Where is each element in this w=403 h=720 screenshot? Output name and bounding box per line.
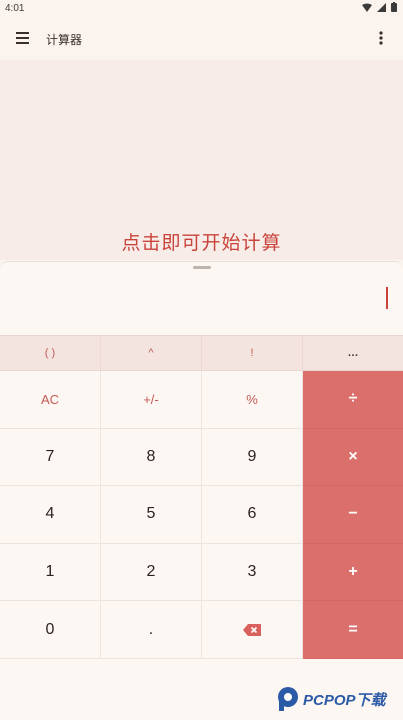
parentheses-button[interactable]: ( ) (0, 336, 101, 370)
backspace-icon (243, 623, 261, 636)
clear-button[interactable]: AC (0, 371, 101, 429)
keypad: AC +/- % ÷ 7 8 9 × 4 5 6 − 1 2 3 + 0 . = (0, 371, 403, 659)
more-functions-button[interactable]: … (303, 336, 403, 370)
app-bar: 计算器 (0, 16, 403, 60)
digit-9-button[interactable]: 9 (202, 428, 303, 487)
digit-6-button[interactable]: 6 (202, 486, 303, 544)
start-hint: 点击即可开始计算 (121, 233, 282, 254)
percent-button[interactable]: % (202, 371, 303, 429)
keypad-sheet: ( ) ^ ! … AC +/- % ÷ 7 8 9 × 4 5 6 − 1 2… (0, 261, 403, 720)
subtract-button[interactable]: − (303, 486, 403, 544)
factorial-button[interactable]: ! (202, 336, 303, 370)
decimal-button[interactable]: . (101, 601, 202, 659)
add-button[interactable]: + (303, 543, 403, 602)
wifi-icon (362, 3, 372, 12)
signal-icon (377, 2, 386, 12)
digit-7-button[interactable]: 7 (0, 428, 101, 487)
app-title: 计算器 (46, 33, 83, 47)
digit-3-button[interactable]: 3 (202, 543, 303, 602)
scientific-row: ( ) ^ ! … (0, 335, 403, 371)
watermark-text: PCPOP下载 (303, 691, 386, 709)
divide-button[interactable]: ÷ (303, 371, 403, 429)
expression-input[interactable] (0, 272, 403, 334)
digit-8-button[interactable]: 8 (101, 428, 202, 487)
digit-5-button[interactable]: 5 (101, 486, 202, 544)
status-time: 4:01 (5, 3, 25, 14)
digit-0-button[interactable]: 0 (0, 601, 101, 659)
digit-2-button[interactable]: 2 (101, 543, 202, 602)
power-button[interactable]: ^ (101, 336, 202, 370)
digit-4-button[interactable]: 4 (0, 486, 101, 544)
digit-1-button[interactable]: 1 (0, 543, 101, 602)
status-bar: 4:01 (0, 0, 403, 16)
menu-icon[interactable] (14, 28, 34, 48)
more-options-icon[interactable] (373, 28, 389, 48)
status-icons (362, 2, 397, 12)
battery-icon (391, 2, 397, 12)
sign-toggle-button[interactable]: +/- (101, 371, 202, 429)
backspace-button[interactable] (202, 601, 303, 659)
result-display: 点击即可开始计算 (0, 60, 403, 260)
drag-handle[interactable] (193, 266, 211, 269)
equals-button[interactable]: = (303, 601, 403, 659)
watermark-logo-icon (278, 687, 298, 711)
multiply-button[interactable]: × (303, 428, 403, 487)
watermark: PCPOP下载 (276, 684, 401, 714)
text-cursor (386, 287, 388, 309)
